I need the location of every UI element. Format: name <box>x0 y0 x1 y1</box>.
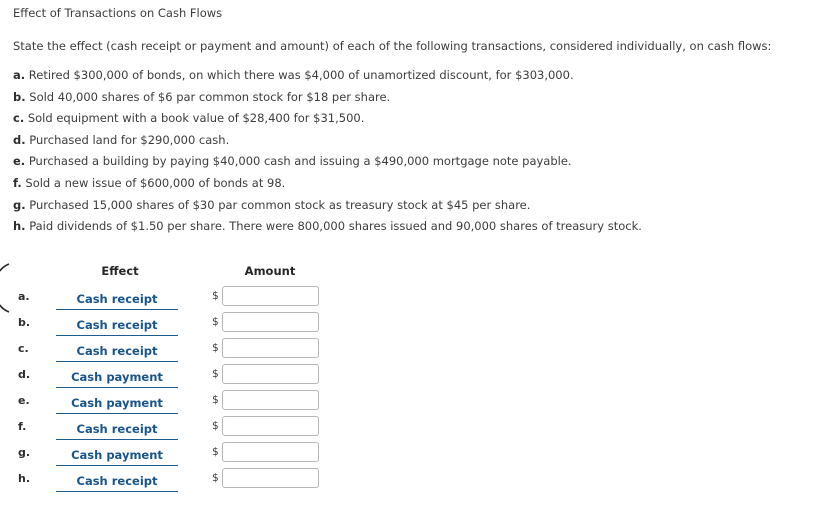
effect-value: Cash receipt <box>76 318 158 332</box>
list-item-text: Purchased 15,000 shares of $30 par commo… <box>29 197 531 212</box>
table-row: g. Cash payment $ <box>0 442 380 468</box>
amount-cell: $ <box>212 390 319 410</box>
dollar-sign-icon: $ <box>212 316 219 328</box>
dollar-sign-icon: $ <box>212 394 219 406</box>
list-item: b. Sold 40,000 shares of $6 par common s… <box>13 87 803 109</box>
dollar-sign-icon: $ <box>212 290 219 302</box>
effect-select-e[interactable]: Cash payment <box>56 392 178 414</box>
table-row: e. Cash payment $ <box>0 390 380 416</box>
list-item-text: Sold equipment with a book value of $28,… <box>27 111 365 126</box>
effect-select-b[interactable]: Cash receipt <box>56 314 178 336</box>
list-item: d. Purchased land for $290,000 cash. <box>13 130 803 152</box>
effect-value: Cash payment <box>71 448 163 462</box>
column-header-effect: Effect <box>101 264 139 278</box>
table-row: f. Cash receipt $ <box>0 416 380 442</box>
amount-input-a[interactable] <box>222 286 319 306</box>
effect-select-f[interactable]: Cash receipt <box>56 418 178 440</box>
amount-input-b[interactable] <box>222 312 319 332</box>
list-item-text: Purchased land for $290,000 cash. <box>29 132 230 147</box>
table-row: b. Cash receipt $ <box>0 312 380 338</box>
list-item-text: Purchased a building by paying $40,000 c… <box>28 154 572 169</box>
effect-value: Cash receipt <box>76 344 158 358</box>
amount-cell: $ <box>212 468 319 488</box>
answer-table: Effect Amount a. Cash receipt $ b. Cash … <box>0 264 380 494</box>
effect-value: Cash receipt <box>76 422 158 436</box>
table-row: c. Cash receipt $ <box>0 338 380 364</box>
amount-input-f[interactable] <box>222 416 319 436</box>
dollar-sign-icon: $ <box>212 472 219 484</box>
list-item-text: Sold a new issue of $600,000 of bonds at… <box>25 175 286 190</box>
effect-select-g[interactable]: Cash payment <box>56 444 178 466</box>
list-item-letter: d. <box>13 132 26 147</box>
row-letter: c. <box>18 342 29 355</box>
amount-input-e[interactable] <box>222 390 319 410</box>
row-letter: f. <box>18 420 27 433</box>
row-letter: e. <box>18 394 30 407</box>
list-item-text: Paid dividends of $1.50 per share. There… <box>29 219 642 234</box>
list-item-letter: b. <box>13 89 26 104</box>
transaction-list: a. Retired $300,000 of bonds, on which t… <box>13 65 803 238</box>
effect-value: Cash receipt <box>76 292 158 306</box>
amount-input-d[interactable] <box>222 364 319 384</box>
dollar-sign-icon: $ <box>212 368 219 380</box>
prompt-instructions: State the effect (cash receipt or paymen… <box>13 39 772 53</box>
amount-cell: $ <box>212 416 319 436</box>
amount-input-c[interactable] <box>222 338 319 358</box>
row-letter: a. <box>18 290 30 303</box>
list-item: h. Paid dividends of $1.50 per share. Th… <box>13 216 803 238</box>
row-letter: g. <box>18 446 31 459</box>
column-header-amount: Amount <box>244 264 296 278</box>
row-letter: d. <box>18 368 31 381</box>
effect-value: Cash receipt <box>76 474 158 488</box>
page-title: Effect of Transactions on Cash Flows <box>13 6 223 20</box>
list-item: a. Retired $300,000 of bonds, on which t… <box>13 65 803 87</box>
amount-cell: $ <box>212 286 319 306</box>
effect-value: Cash payment <box>71 370 163 384</box>
amount-cell: $ <box>212 312 319 332</box>
table-row: a. Cash receipt $ <box>0 286 380 312</box>
table-header-row: Effect Amount <box>0 264 380 286</box>
dollar-sign-icon: $ <box>212 446 219 458</box>
list-item-letter: a. <box>13 68 26 82</box>
list-item-text: Retired $300,000 of bonds, on which ther… <box>28 68 574 82</box>
effect-select-h[interactable]: Cash receipt <box>56 470 178 492</box>
row-letter: h. <box>18 472 31 485</box>
amount-cell: $ <box>212 364 319 384</box>
dollar-sign-icon: $ <box>212 420 219 432</box>
list-item: f. Sold a new issue of $600,000 of bonds… <box>13 173 803 195</box>
effect-select-d[interactable]: Cash payment <box>56 366 178 388</box>
effect-select-a[interactable]: Cash receipt <box>56 288 178 310</box>
list-item-letter: e. <box>13 154 26 169</box>
list-item-letter: g. <box>13 197 26 212</box>
effect-select-c[interactable]: Cash receipt <box>56 340 178 362</box>
list-item-letter: h. <box>13 219 26 234</box>
list-item-letter: f. <box>13 175 22 190</box>
list-item: c. Sold equipment with a book value of $… <box>13 108 803 130</box>
effect-value: Cash payment <box>71 396 163 410</box>
row-letter: b. <box>18 316 31 329</box>
list-item: g. Purchased 15,000 shares of $30 par co… <box>13 195 803 217</box>
table-row: d. Cash payment $ <box>0 364 380 390</box>
amount-input-g[interactable] <box>222 442 319 462</box>
amount-cell: $ <box>212 442 319 462</box>
amount-cell: $ <box>212 338 319 358</box>
table-row: h. Cash receipt $ <box>0 468 380 494</box>
amount-input-h[interactable] <box>222 468 319 488</box>
list-item-letter: c. <box>13 111 25 126</box>
list-item: e. Purchased a building by paying $40,00… <box>13 151 803 173</box>
list-item-text: Sold 40,000 shares of $6 par common stoc… <box>29 89 391 104</box>
dollar-sign-icon: $ <box>212 342 219 354</box>
